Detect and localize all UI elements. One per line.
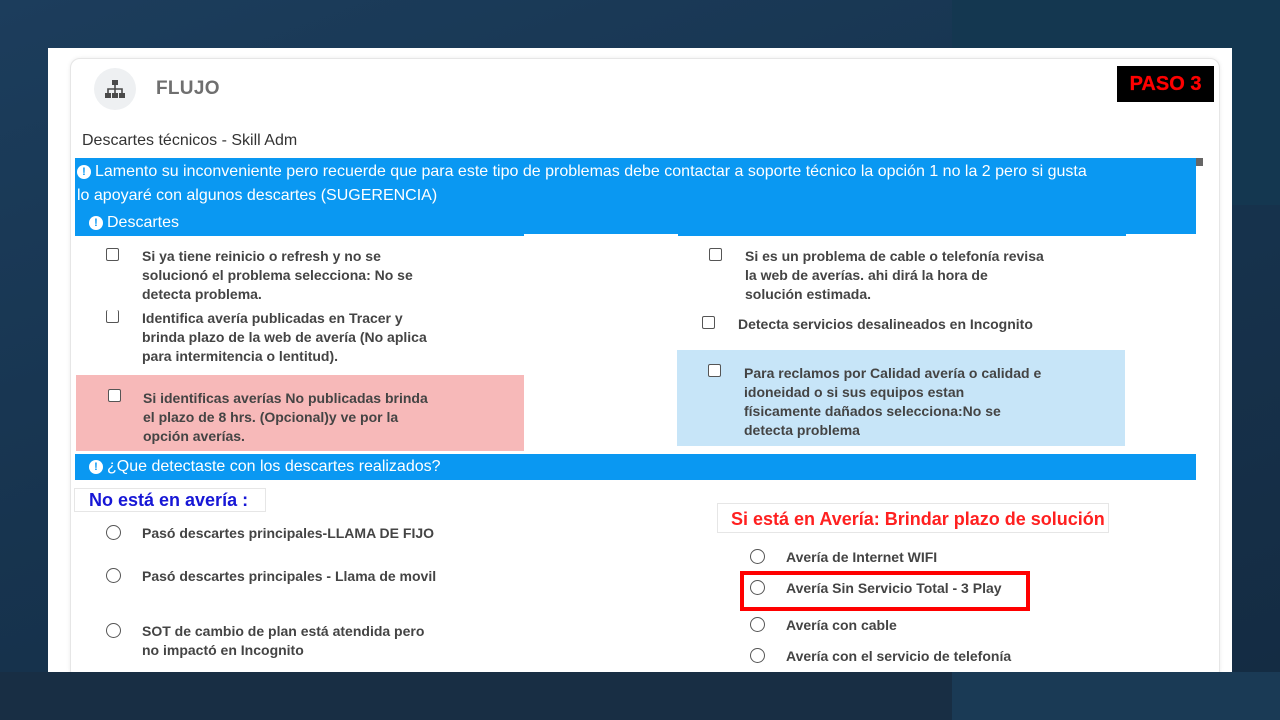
checkbox[interactable] [708,364,721,377]
section-header-descartes: ! Descartes [75,210,1196,236]
checklist-item[interactable]: Si es un problema de cable o telefonía r… [745,247,1044,304]
checkbox[interactable] [702,316,715,329]
no-averia-label: No está en avería : [74,488,266,512]
background-block [0,672,952,720]
checklist-item[interactable]: Si identificas averías No publicadas bri… [143,389,428,446]
checkbox[interactable] [106,310,119,323]
item-line: Identifica avería publicadas en Tracer y [142,310,403,326]
flow-title: FLUJO [156,78,220,99]
radio-button[interactable] [750,549,765,564]
info-icon: ! [89,216,103,230]
item-line: el plazo de 8 hrs. (Opcional)y ve por la [143,409,399,425]
checklist-item[interactable]: Si ya tiene reinicio o refresh y no se s… [142,247,413,304]
step-badge-label: PASO 3 [1129,72,1202,95]
section-header-question: ! ¿Que detectaste con los descartes reali… [75,454,1196,480]
checkbox[interactable] [108,389,121,402]
background-block [952,672,1280,720]
radio-option[interactable]: Pasó descartes principales-LLAMA DE FIJO [142,524,434,543]
section-title: Descartes [107,214,180,231]
radio-button[interactable] [750,617,765,632]
item-line: Si ya tiene reinicio o refresh y no se [142,248,381,264]
radio-option[interactable]: Avería con cable [786,616,897,635]
notice-line-1: ! Lamento su inconveniente pero recuerde … [77,160,1196,184]
item-line: solución estimada. [745,286,872,302]
screenshot-panel: FLUJO PASO 3 Descartes técnicos - Skill … [48,48,1232,672]
sitemap-icon [94,68,136,110]
radio-option[interactable]: Pasó descartes principales - Llama de mo… [142,567,436,586]
item-line: Si es un problema de cable o telefonía r… [745,248,1044,264]
checkbox[interactable] [106,248,119,261]
item-line: Para reclamos por Calidad avería o calid… [744,365,1042,381]
checklist-item[interactable]: Detecta servicios desalineados en Incogn… [738,315,1033,334]
page-subtitle: Descartes técnicos - Skill Adm [82,132,298,149]
item-line: Detecta servicios desalineados en Incogn… [738,316,1033,332]
info-icon: ! [77,165,91,179]
item-line: detecta problema. [142,286,262,302]
scrollbar-stub [1196,158,1203,166]
item-line: para intermitencia o lentitud). [142,348,339,364]
checklist-item[interactable]: Identifica avería publicadas en Tracer y… [142,309,427,366]
item-line: la web de averías. ahi dirá la hora de [745,267,988,283]
option-line: SOT de cambio de plan está atendida pero [142,623,425,639]
radio-option[interactable]: Avería con el servicio de telefonía [786,647,1011,666]
step-badge: PASO 3 [1117,66,1214,102]
info-icon: ! [89,460,103,474]
highlight-frame [740,571,1030,611]
divider [524,234,678,237]
item-line: Si identificas averías No publicadas bri… [143,390,428,406]
option-line: Pasó descartes principales-LLAMA DE FIJO [142,525,435,541]
radio-button[interactable] [106,623,121,638]
item-line: solucionó el problema selecciona: No se [142,267,413,283]
radio-button[interactable] [750,648,765,663]
item-line: opción averías. [143,428,245,444]
notice-bar: ! Lamento su inconveniente pero recuerde … [75,158,1196,210]
item-line: detecta problema [744,422,860,438]
item-line: físicamente dañados selecciona:No se [744,403,1001,419]
section-title: ¿Que detectaste con los descartes realiz… [107,458,441,475]
checklist-item[interactable]: Para reclamos por Calidad avería o calid… [744,364,1041,440]
radio-option[interactable]: SOT de cambio de plan está atendida pero… [142,622,424,660]
divider [1126,234,1196,237]
option-line: no impactó en Incognito [142,642,304,658]
radio-button[interactable] [106,525,121,540]
radio-button[interactable] [106,568,121,583]
checkbox[interactable] [709,248,722,261]
option-line: Pasó descartes principales - Llama de mo… [142,568,437,584]
notice-line-2: lo apoyaré con algunos descartes (SUGERE… [77,187,438,204]
item-line: brinda plazo de la web de avería (No apl… [142,329,427,345]
notice-text: Lamento su inconveniente pero recuerde q… [95,163,1087,180]
radio-option[interactable]: Avería de Internet WIFI [786,548,937,567]
item-line: idoneidad o si sus equipos estan [744,384,965,400]
si-averia-label: Si está en Avería: Brindar plazo de solu… [717,503,1109,533]
